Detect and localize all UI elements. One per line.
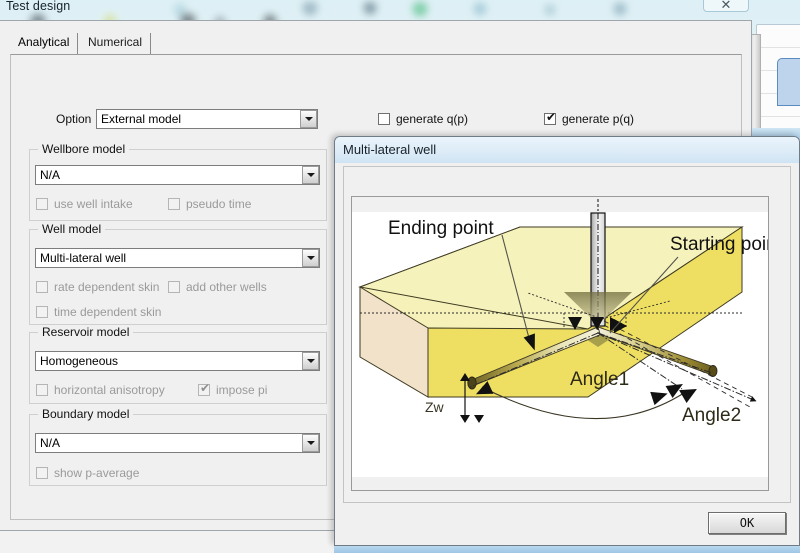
checkbox-impose-pi[interactable]: ✔ impose pi (198, 381, 268, 397)
tab-numerical[interactable]: Numerical (80, 33, 152, 54)
checkbox-horizontal-anisotropy-label: horizontal anisotropy (54, 383, 165, 397)
checkbox-show-p-average[interactable]: show p-average (36, 466, 139, 480)
wellbore-model-value: N/A (40, 168, 61, 182)
option-combo[interactable]: External model (96, 109, 318, 129)
dialog-titlebar[interactable]: Multi-lateral well (335, 137, 799, 163)
reservoir-model-value: Homogeneous (40, 354, 119, 368)
chevron-down-icon[interactable] (302, 352, 319, 370)
label-zw: Zw (425, 399, 445, 415)
tab-numerical-label: Numerical (88, 35, 143, 49)
label-angle2: Angle2 (682, 405, 741, 426)
checkbox-rate-dependent-skin-label: rate dependent skin (54, 280, 160, 294)
reservoir-model-combo[interactable]: Homogeneous (35, 351, 320, 371)
checkbox-generate-qp[interactable]: generate q(p) (378, 112, 468, 126)
label-starting-point: Starting point (670, 234, 768, 255)
tab-analytical[interactable]: Analytical (10, 33, 79, 54)
tab-analytical-label: Analytical (18, 35, 70, 49)
checkbox-box (378, 113, 390, 125)
well-model-value: Multi-lateral well (40, 251, 127, 265)
checkbox-impose-pi-label: impose pi (216, 383, 268, 397)
dialog-body: Zw Ending point Starting point Angle1 An… (336, 163, 799, 545)
checkbox-use-well-intake[interactable]: use well intake (36, 197, 133, 211)
checkbox-box (36, 281, 48, 293)
checkbox-box (36, 384, 48, 396)
chevron-down-icon[interactable] (302, 434, 319, 452)
checkbox-generate-pq-label: generate p(q) (562, 112, 635, 126)
label-angle1: Angle1 (570, 369, 629, 390)
checkbox-show-p-average-label: show p-average (54, 466, 140, 480)
check-icon: ✔ (546, 110, 557, 124)
page-title: Test design (6, 0, 71, 13)
group-well-model-caption: Well model (38, 222, 106, 236)
group-wellbore-model-caption: Wellbore model (38, 142, 130, 156)
checkbox-generate-pq[interactable]: ✔ generate p(q) (544, 110, 635, 126)
checkbox-rate-dependent-skin[interactable]: rate dependent skin (36, 280, 159, 294)
checkbox-box (36, 306, 48, 318)
check-icon: ✔ (200, 381, 211, 395)
checkbox-horizontal-anisotropy[interactable]: horizontal anisotropy (36, 383, 165, 397)
checkbox-add-other-wells-label: add other wells (186, 280, 267, 294)
checkbox-generate-qp-label: generate q(p) (396, 112, 469, 126)
chevron-down-icon[interactable] (302, 166, 319, 184)
multi-lateral-well-diagram: Zw Ending point Starting point Angle1 An… (352, 197, 768, 490)
ok-button-label: OK (739, 516, 755, 530)
checkbox-box (168, 281, 180, 293)
option-label: Option (56, 112, 92, 126)
close-window-button[interactable]: ✕ (703, 0, 749, 12)
checkbox-box (36, 467, 48, 479)
checkbox-box: ✔ (198, 381, 211, 396)
boundary-model-value: N/A (40, 436, 61, 450)
checkbox-box (36, 198, 48, 210)
well-model-combo[interactable]: Multi-lateral well (35, 248, 320, 268)
chevron-down-icon[interactable] (300, 110, 317, 128)
group-boundary-model-caption: Boundary model (38, 407, 134, 421)
dialog-bottom-edge (334, 546, 800, 553)
wellbore-model-combo[interactable]: N/A (35, 165, 320, 185)
checkbox-time-dependent-skin-label: time dependent skin (54, 305, 162, 319)
option-combo-value: External model (101, 112, 182, 126)
dialog-title-label: Multi-lateral well (343, 142, 437, 157)
well-diagram-frame: Zw Ending point Starting point Angle1 An… (351, 196, 769, 491)
multi-lateral-well-dialog: Multi-lateral well Zw Ending point Start… (334, 136, 800, 546)
group-reservoir-model-caption: Reservoir model (38, 325, 134, 339)
screen-root: Test design ✕ Analytical Numerical Optio… (0, 0, 800, 553)
background-window-blue-panel (777, 58, 800, 106)
checkbox-box (168, 198, 180, 210)
checkbox-add-other-wells[interactable]: add other wells (168, 280, 267, 294)
checkbox-pseudo-time[interactable]: pseudo time (168, 197, 251, 211)
tabstrip: Analytical Numerical (10, 33, 742, 55)
checkbox-time-dependent-skin[interactable]: time dependent skin (36, 305, 161, 319)
checkbox-use-well-intake-label: use well intake (54, 197, 133, 211)
close-icon: ✕ (720, 0, 732, 12)
checkbox-pseudo-time-label: pseudo time (186, 197, 252, 211)
ok-button[interactable]: OK (708, 512, 786, 534)
label-ending-point: Ending point (388, 218, 494, 239)
chevron-down-icon[interactable] (302, 249, 319, 267)
checkbox-box: ✔ (544, 110, 557, 125)
boundary-model-combo[interactable]: N/A (35, 433, 320, 453)
